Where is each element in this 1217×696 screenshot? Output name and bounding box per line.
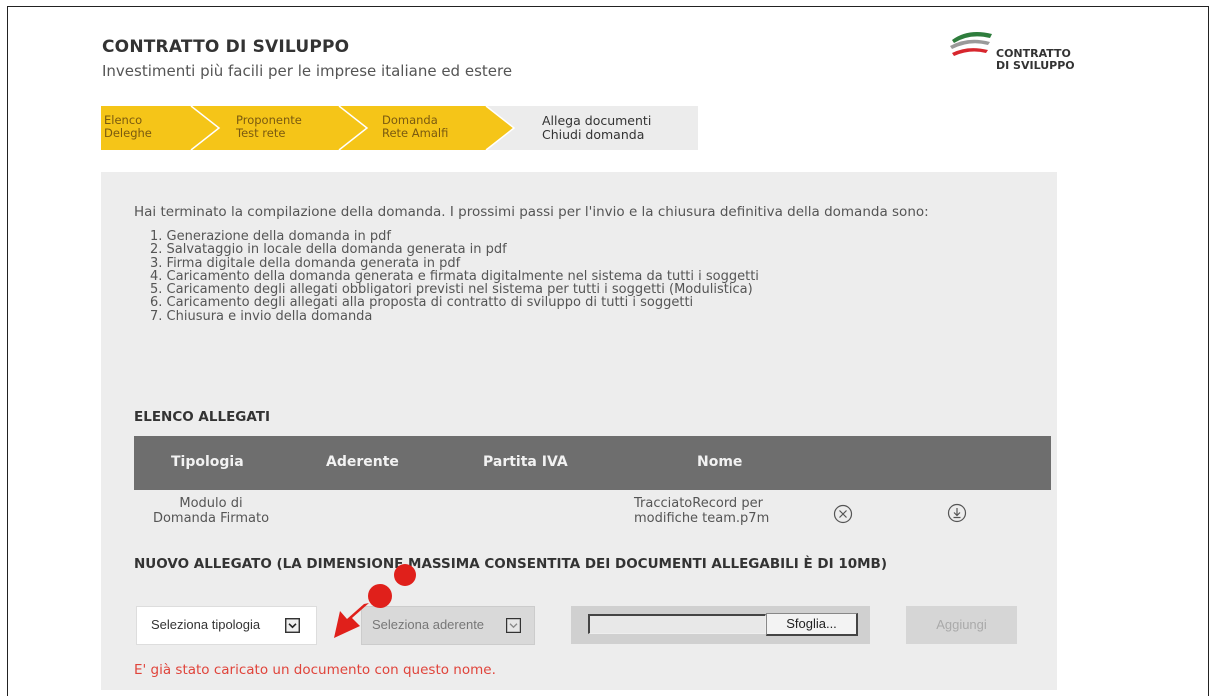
column-header-tipologia: Tipologia [171,454,244,470]
logo-text: CONTRATTO DI SVILUPPO [996,48,1075,72]
step-2-line2: Test rete [236,126,286,140]
add-button[interactable]: Aggiungi [906,606,1017,644]
cell-nome-line2: modifiche team.p7m [634,511,770,526]
column-header-nome: Nome [697,454,743,470]
cell-nome-line1: TracciatoRecord per [634,496,763,511]
list-item: 4. Caricamento della domanda generata e … [150,268,759,284]
list-item: 1. Generazione della domanda in pdf [150,229,391,244]
step-elenco-deleghe[interactable]: Elenco Deleghe [104,114,152,140]
page-title: CONTRATTO DI SVILUPPO [102,37,350,57]
aderente-select-value: Seleziona aderente [372,617,485,632]
page-subtitle: Investimenti più facili per le imprese i… [102,62,513,80]
list-item: 2. Salvataggio in locale della domanda g… [150,242,507,258]
nuovo-allegato-title: NUOVO ALLEGATO (LA DIMENSIONE MASSIMA CO… [134,556,888,572]
aderente-select[interactable]: Seleziona aderente [361,606,535,645]
error-message: E' già stato caricato un documento con q… [134,662,496,678]
list-item: 5. Caricamento degli allegati obbligator… [150,282,753,298]
browse-button[interactable]: Sfoglia... [766,613,858,636]
table-header: Tipologia Aderente Partita IVA Nome [134,436,1051,490]
cell-nome: TracciatoRecord per modifiche team.p7m [634,496,769,526]
delete-icon[interactable] [833,504,853,524]
download-icon[interactable] [947,503,967,523]
cell-tipologia: Modulo di Domanda Firmato [136,496,286,526]
step-3-line2: Rete Amalfi [382,126,449,140]
column-header-aderente: Aderente [326,454,399,470]
intro-text: Hai terminato la compilazione della doma… [134,204,929,220]
step-4-line2: Chiudi domanda [542,127,645,142]
tipologia-select-value: Seleziona tipologia [151,617,261,632]
chevron-down-icon [506,618,521,633]
tipologia-select[interactable]: Seleziona tipologia [136,606,317,645]
step-proponente[interactable]: Proponente Test rete [236,114,302,140]
file-upload: Sfoglia... [571,606,870,644]
step-allega-documenti: Allega documenti Chiudi domanda [542,114,651,142]
chevron-down-icon[interactable] [285,618,300,633]
elenco-allegati-title: ELENCO ALLEGATI [134,409,271,425]
list-item: 3. Firma digitale della domanda generata… [150,255,461,271]
step-domanda[interactable]: Domanda Rete Amalfi [382,114,448,140]
column-header-partita-iva: Partita IVA [483,454,568,470]
step-breadcrumb: Elenco Deleghe Proponente Test rete Doma… [101,106,698,150]
logo-text-line2: DI SVILUPPO [996,59,1075,72]
list-item: 6. Caricamento degli allegati alla propo… [150,295,694,311]
cell-tipologia-line2: Domanda Firmato [152,511,270,526]
file-path-input[interactable] [588,614,766,634]
cell-tipologia-line1: Modulo di [179,496,243,511]
step-1-line2: Deleghe [104,126,152,140]
step-4-line1: Allega documenti [542,113,652,128]
next-steps-list: 1. Generazione della domanda in pdf 2. S… [150,230,759,323]
list-item: 7. Chiusura e invio della domanda [150,308,373,324]
